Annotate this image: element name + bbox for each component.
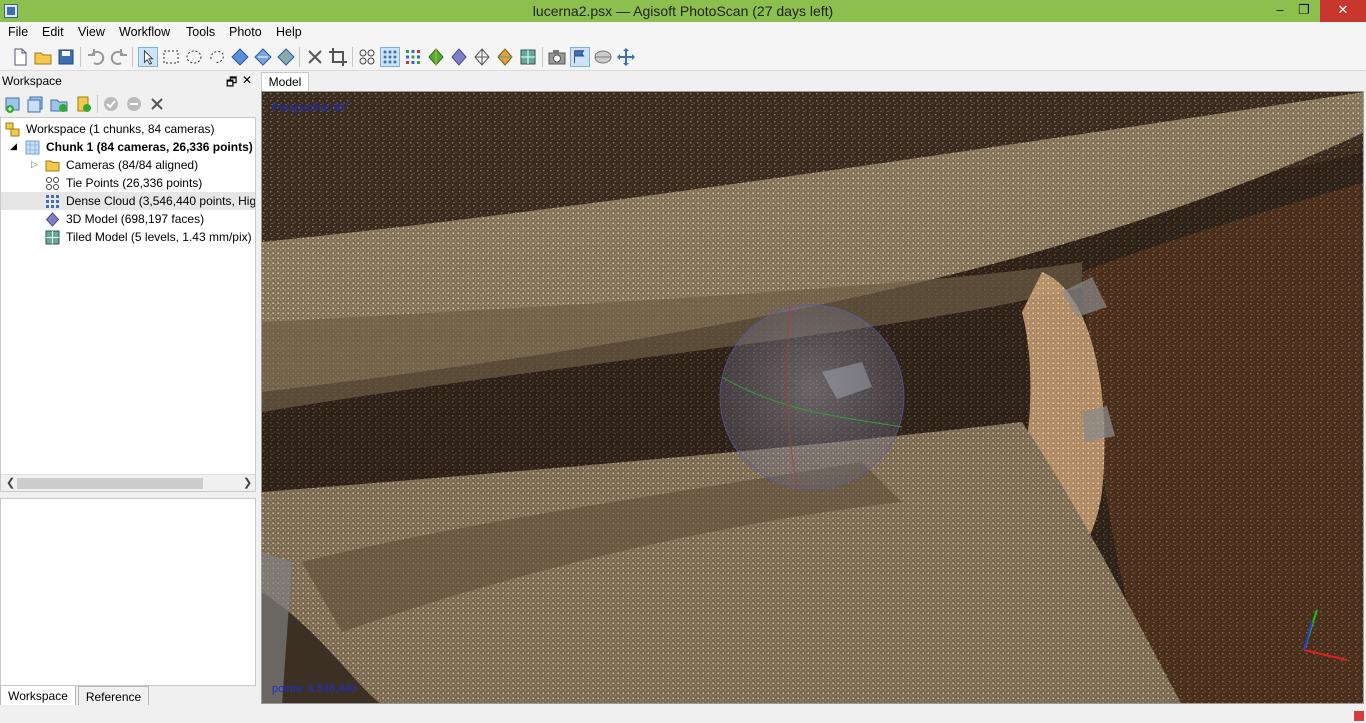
workspace-tree: Workspace (1 chunks, 84 cameras) ◢ Chunk… xyxy=(0,117,256,492)
delete-icon[interactable] xyxy=(305,47,325,67)
crop-icon[interactable] xyxy=(328,47,348,67)
toolbar-separator xyxy=(299,47,300,67)
toolbar-separator xyxy=(542,47,543,67)
toolbar-separator xyxy=(97,95,98,113)
model-viewport[interactable]: Perspective 30° points: 3,546,440 xyxy=(261,91,1364,704)
tree-item-label: Chunk 1 (84 cameras, 26,336 points) xyxy=(46,140,253,154)
tree-item-workspace[interactable]: Workspace (1 chunks, 84 cameras) xyxy=(1,120,255,138)
new-icon[interactable] xyxy=(10,47,30,67)
add-markers-icon[interactable] xyxy=(74,95,92,113)
toolbar-separator xyxy=(132,47,133,67)
toolbar-separator xyxy=(352,47,353,67)
close-button[interactable]: ✕ xyxy=(1320,0,1366,22)
menu-view[interactable]: View xyxy=(78,25,105,39)
menu-bar: File Edit View Workflow Tools Photo Help xyxy=(0,22,1366,43)
rect-select-icon[interactable] xyxy=(161,47,181,67)
solid-model-icon[interactable] xyxy=(449,47,469,67)
circle-select-icon[interactable] xyxy=(184,47,204,67)
dense-cloud-icon xyxy=(46,195,59,208)
toolbar-separator xyxy=(80,47,81,67)
workspace-panel-title: Workspace xyxy=(2,74,62,88)
scroll-right-icon[interactable]: ❯ xyxy=(243,476,252,489)
move-object-icon[interactable] xyxy=(230,47,250,67)
tie-points-icon xyxy=(46,177,59,190)
tree-item-tiled-model[interactable]: Tiled Model (5 levels, 1.43 mm/pix) xyxy=(1,228,255,246)
add-chunk-icon[interactable] xyxy=(4,95,22,113)
open-icon[interactable] xyxy=(33,47,53,67)
scale-object-icon[interactable] xyxy=(276,47,296,67)
scroll-left-icon[interactable]: ❮ xyxy=(6,476,15,489)
add-photos-icon[interactable] xyxy=(27,95,45,113)
dense-cloud-classes-icon[interactable] xyxy=(403,47,423,67)
resize-grip-icon[interactable] xyxy=(1354,711,1364,721)
textured-model-icon[interactable] xyxy=(495,47,515,67)
tab-model[interactable]: Model xyxy=(261,72,309,92)
tree-item-label: 3D Model (698,197 faces) xyxy=(66,212,205,226)
panel-close-button[interactable]: ✕ xyxy=(242,73,252,87)
tree-horizontal-scrollbar[interactable]: ❮ ❯ xyxy=(1,474,255,491)
model-tabbar: Model xyxy=(261,72,1366,92)
tree-item-dense-cloud[interactable]: Dense Cloud (3,546,440 points, High xyxy=(1,192,256,210)
wireframe-model-icon[interactable] xyxy=(472,47,492,67)
show-cameras-icon[interactable] xyxy=(547,47,567,67)
workspace-panel-header: Workspace 🗗 ✕ xyxy=(0,72,257,90)
tree-item-tie-points[interactable]: Tie Points (26,336 points) xyxy=(1,174,255,192)
main-toolbar xyxy=(0,43,1366,71)
menu-help[interactable]: Help xyxy=(276,25,302,39)
remove-items-icon[interactable] xyxy=(148,95,166,113)
dense-point-cloud xyxy=(262,92,1363,703)
scrollbar-thumb[interactable] xyxy=(17,478,203,489)
tiled-model-icon[interactable] xyxy=(518,47,538,67)
properties-pane xyxy=(0,498,256,686)
menu-photo[interactable]: Photo xyxy=(229,25,262,39)
window-title: lucerna2.psx — Agisoft PhotoScan (27 day… xyxy=(532,3,834,19)
dense-cloud-icon[interactable] xyxy=(380,47,400,67)
tree-item-label: Dense Cloud (3,546,440 points, High xyxy=(66,194,256,208)
save-icon[interactable] xyxy=(56,47,76,67)
tree-item-label: Cameras (84/84 aligned) xyxy=(66,158,199,172)
folder-icon xyxy=(45,160,60,172)
show-trackball-icon[interactable] xyxy=(593,47,613,67)
enable-icon[interactable] xyxy=(102,95,120,113)
tab-reference[interactable]: Reference xyxy=(78,686,149,707)
free-select-icon[interactable] xyxy=(207,47,227,67)
rotate-object-icon[interactable] xyxy=(253,47,273,67)
menu-file[interactable]: File xyxy=(8,25,28,39)
disable-icon[interactable] xyxy=(125,95,143,113)
tie-points-icon[interactable] xyxy=(357,47,377,67)
menu-workflow[interactable]: Workflow xyxy=(119,25,170,39)
redo-icon[interactable] xyxy=(109,47,129,67)
tree-item-label: Tiled Model (5 levels, 1.43 mm/pix) xyxy=(66,230,252,244)
select-icon[interactable] xyxy=(138,47,158,67)
panel-restore-button[interactable]: 🗗 xyxy=(226,73,237,94)
menu-edit[interactable]: Edit xyxy=(42,25,64,39)
tiled-model-icon xyxy=(45,230,60,245)
show-region-icon[interactable] xyxy=(570,47,590,67)
tree-item-label: Workspace (1 chunks, 84 cameras) xyxy=(26,122,215,136)
expand-arrow-icon[interactable]: ◢ xyxy=(10,141,17,152)
undo-icon[interactable] xyxy=(86,47,106,67)
title-bar: lucerna2.psx — Agisoft PhotoScan (27 day… xyxy=(0,0,1366,22)
shaded-model-icon[interactable] xyxy=(426,47,446,67)
tree-item-chunk[interactable]: ◢ Chunk 1 (84 cameras, 26,336 points) xyxy=(1,138,255,156)
points-count-label: points: 3,546,440 xyxy=(272,683,357,695)
workspace-toolbar xyxy=(0,92,257,116)
reset-view-icon[interactable] xyxy=(616,47,636,67)
tree-item-3d-model[interactable]: 3D Model (698,197 faces) xyxy=(1,210,255,228)
tree-item-label: Tie Points (26,336 points) xyxy=(66,176,203,190)
collapse-arrow-icon[interactable]: ▷ xyxy=(31,159,38,170)
chunk-icon xyxy=(25,140,40,155)
tree-item-cameras[interactable]: ▷ Cameras (84/84 aligned) xyxy=(1,156,255,174)
3d-model-icon xyxy=(45,212,60,227)
projection-label: Perspective 30° xyxy=(272,102,350,114)
workspace-icon xyxy=(5,122,20,137)
maximize-button[interactable]: ❐ xyxy=(1289,0,1319,22)
add-folder-icon[interactable] xyxy=(50,95,68,113)
status-bar xyxy=(0,705,1366,723)
menu-tools[interactable]: Tools xyxy=(186,25,215,39)
